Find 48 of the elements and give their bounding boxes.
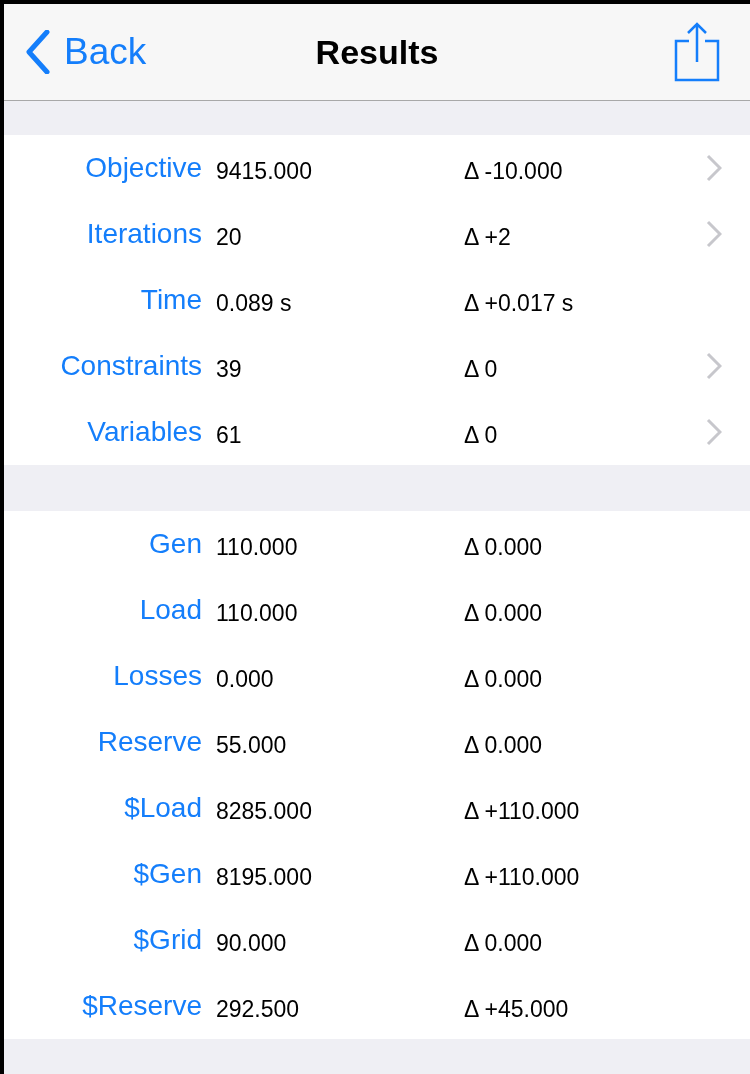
- row-value: 110.000: [216, 598, 299, 627]
- chevron-icon[interactable]: [706, 220, 722, 248]
- row-delta: Δ 0: [464, 420, 499, 449]
- row-value: 39: [216, 354, 243, 383]
- row-label: Time: [139, 284, 202, 316]
- row-label: Iterations: [85, 218, 202, 250]
- row-value: 9415.000: [216, 156, 313, 185]
- row-label: $Gen: [132, 858, 202, 890]
- row-value: 8195.000: [216, 862, 313, 891]
- row-value: 110.000: [216, 532, 299, 561]
- row-delta: Δ -10.000: [464, 156, 564, 185]
- row-delta: Δ 0.000: [464, 730, 544, 759]
- row-value: 8285.000: [216, 796, 313, 825]
- row-delta: Δ +110.000: [464, 862, 581, 891]
- row-value: 55.000: [216, 730, 288, 759]
- row-label: $Load: [123, 792, 202, 824]
- row-delta: Δ 0.000: [464, 928, 544, 957]
- row-delta: Δ +45.000: [464, 994, 570, 1023]
- row-delta: Δ +110.000: [464, 796, 581, 825]
- row-value: 0.000: [216, 664, 275, 693]
- row-label: Objective: [84, 152, 202, 184]
- row-delta: Δ 0: [464, 354, 499, 383]
- chevron-icon[interactable]: [706, 418, 722, 446]
- row-label: Losses: [112, 660, 202, 692]
- row-label: Variables: [86, 416, 202, 448]
- row-delta: Δ 0.000: [464, 598, 544, 627]
- row-label: Gen: [148, 528, 202, 560]
- row-delta: Δ 0.000: [464, 532, 544, 561]
- row-delta: Δ 0.000: [464, 664, 544, 693]
- row-value: 292.500: [216, 994, 301, 1023]
- row-delta: Δ +0.017 s: [464, 288, 575, 317]
- row-value: 0.089 s: [216, 288, 293, 317]
- row-label: Constraints: [59, 350, 202, 382]
- row-label: $Grid: [132, 924, 202, 956]
- row-value: 61: [216, 420, 243, 449]
- chevron-icon[interactable]: [706, 154, 722, 182]
- row-label: $Reserve: [81, 990, 202, 1022]
- row-value: 20: [216, 222, 243, 251]
- row-value: 90.000: [216, 928, 288, 957]
- back-button[interactable]: Back: [26, 30, 147, 74]
- row-label: Load: [138, 594, 202, 626]
- share-button[interactable]: [674, 22, 720, 82]
- back-chevron-icon: [26, 30, 50, 74]
- share-icon: [674, 22, 720, 82]
- row-delta: Δ +2: [464, 222, 512, 251]
- nav-title: Results: [315, 32, 439, 71]
- row-label: Reserve: [96, 726, 202, 758]
- chevron-icon[interactable]: [706, 352, 722, 380]
